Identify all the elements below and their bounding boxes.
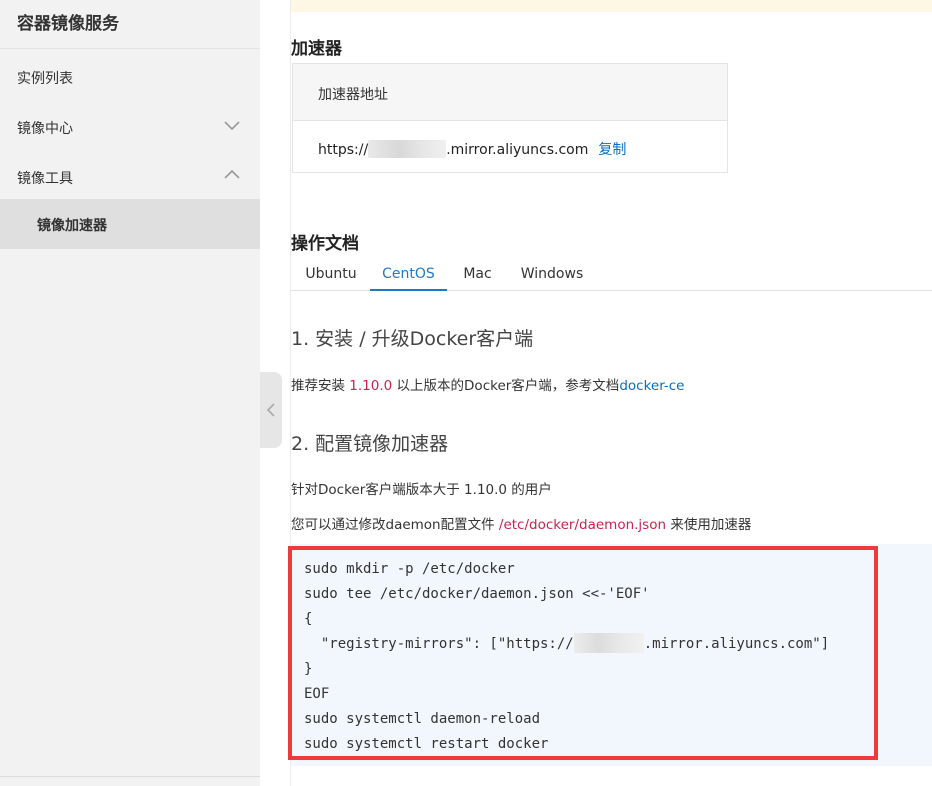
code-line: sudo tee /etc/docker/daemon.json <<-'EOF…	[304, 586, 650, 602]
accelerator-url-prefix: https://	[318, 142, 369, 158]
chevron-left-icon	[266, 403, 275, 417]
tab-centos[interactable]: CentOS	[370, 256, 447, 291]
tab-ubuntu[interactable]: Ubuntu	[294, 256, 368, 291]
sidebar-item-label: 镜像加速器	[37, 218, 107, 234]
step1-text: 推荐安装 1.10.0 以上版本的Docker客户端，参考文档docker-ce	[291, 374, 685, 394]
notice-bar	[291, 0, 932, 12]
accelerator-address-label: 加速器地址	[318, 87, 388, 103]
code-line: "registry-mirrors": ["https:// .mirror.al…	[304, 632, 829, 657]
step1-title: 1. 安装 / 升级Docker客户端	[291, 328, 534, 350]
step2-text-line2: 您可以通过修改daemon配置文件 /etc/docker/daemon.jso…	[291, 513, 751, 533]
copy-link[interactable]: 复制	[598, 142, 626, 158]
daemon-json-path: /etc/docker/daemon.json	[498, 517, 667, 533]
accelerator-url[interactable]: https:// .mirror.aliyuncs.com 复制	[318, 139, 626, 159]
sidebar: 容器镜像服务 实例列表 镜像中心 镜像工具 镜像加速器	[0, 0, 260, 786]
step2-text-line1: 针对Docker客户端版本大于 1.10.0 的用户	[291, 482, 552, 498]
recommended-version: 1.10.0	[349, 378, 393, 394]
sidebar-item-image-center[interactable]: 镜像中心	[0, 102, 260, 152]
sidebar-item-instance-list[interactable]: 实例列表	[0, 52, 260, 102]
chevron-down-icon	[224, 121, 240, 131]
step1-text-pre: 推荐安装	[291, 378, 350, 394]
step2-text-pre: 您可以通过修改daemon配置文件	[291, 517, 499, 533]
code-line: sudo systemctl restart docker	[304, 736, 549, 752]
tab-mac[interactable]: Mac	[450, 256, 505, 291]
code-line: {	[304, 611, 313, 627]
tab-windows[interactable]: Windows	[508, 256, 596, 291]
step1-text-mid: 以上版本的Docker客户端，参考文档	[392, 378, 620, 394]
sidebar-item-image-accelerator[interactable]: 镜像加速器	[0, 199, 260, 249]
accelerator-section-title: 加速器	[291, 39, 342, 59]
sidebar-item-label: 镜像中心	[17, 121, 73, 137]
code-line: sudo mkdir -p /etc/docker	[304, 561, 515, 577]
accelerator-address-row: https:// .mirror.aliyuncs.com 复制	[293, 121, 727, 173]
chevron-up-icon	[224, 169, 240, 179]
redacted-id	[573, 633, 644, 653]
code-line-pre: "registry-mirrors": ["https://	[304, 636, 574, 652]
sidebar-item-label: 实例列表	[17, 71, 73, 87]
sidebar-item-image-tools[interactable]: 镜像工具	[0, 152, 260, 202]
accelerator-address-box: 加速器地址 https:// .mirror.aliyuncs.com 复制	[292, 63, 728, 173]
main-content: 加速器 加速器地址 https:// .mirror.aliyuncs.com 复制…	[288, 0, 932, 786]
step2-title: 2. 配置镜像加速器	[291, 433, 449, 455]
accelerator-url-suffix: .mirror.aliyuncs.com	[446, 142, 589, 158]
sidebar-divider	[0, 48, 260, 49]
docker-ce-link[interactable]: docker-ce	[619, 378, 684, 394]
step2-text-post: 来使用加速器	[666, 517, 752, 533]
os-tabs: Ubuntu CentOS Mac Windows	[291, 256, 932, 291]
code-content: sudo mkdir -p /etc/docker sudo tee /etc/…	[304, 557, 829, 757]
redacted-id	[368, 140, 447, 158]
sidebar-item-label: 镜像工具	[17, 171, 73, 187]
sidebar-title: 容器镜像服务	[17, 14, 119, 34]
code-line-post: .mirror.aliyuncs.com"]	[643, 636, 830, 652]
sidebar-bottom-divider	[0, 776, 260, 777]
accelerator-address-header: 加速器地址	[293, 64, 727, 121]
code-line: sudo systemctl daemon-reload	[304, 711, 541, 727]
docs-section-title: 操作文档	[291, 234, 359, 254]
code-line: }	[304, 661, 313, 677]
sidebar-collapse-button[interactable]	[260, 372, 282, 448]
code-line: EOF	[304, 686, 330, 702]
